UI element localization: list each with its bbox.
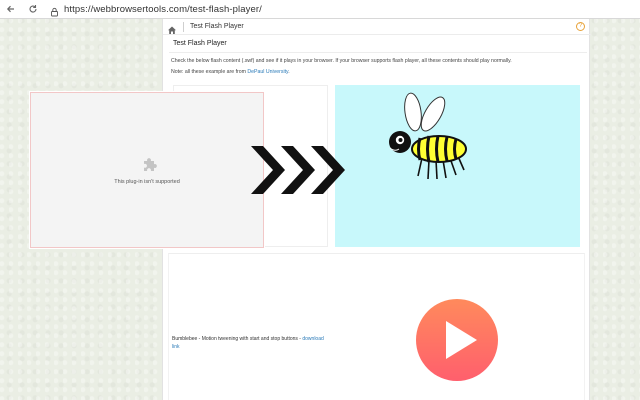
note-suffix: . bbox=[288, 69, 290, 75]
play-button-icon[interactable] bbox=[416, 299, 498, 381]
divider bbox=[169, 52, 587, 53]
page-title: Test Flash Player bbox=[173, 40, 227, 47]
breadcrumb-current: Test Flash Player bbox=[190, 23, 244, 30]
plugin-unsupported-message: This plug-in isn't supported bbox=[114, 179, 180, 185]
reload-icon[interactable] bbox=[24, 0, 42, 19]
home-icon[interactable] bbox=[167, 22, 177, 34]
example-caption: Bumblebee - Motion tweening with start a… bbox=[172, 335, 332, 351]
page-note: Note: all these example are from DePaul … bbox=[171, 69, 290, 75]
url-text[interactable]: https://webbrowsertools.com/test-flash-p… bbox=[64, 4, 262, 15]
unsupported-plugin-card: This plug-in isn't supported bbox=[30, 92, 264, 248]
puzzle-piece-icon bbox=[144, 158, 157, 171]
breadcrumb: Test Flash Player ? bbox=[163, 19, 591, 35]
browser-toolbar: https://webbrowsertools.com/test-flash-p… bbox=[0, 0, 640, 19]
caption-text: Bumblebee - Motion tweening with start a… bbox=[172, 336, 303, 342]
info-badge-icon[interactable]: ? bbox=[576, 22, 585, 31]
depaul-link[interactable]: DePaul University bbox=[247, 69, 288, 75]
breadcrumb-divider bbox=[183, 21, 184, 32]
address-bar[interactable]: https://webbrowsertools.com/test-flash-p… bbox=[50, 4, 262, 17]
lock-icon bbox=[50, 4, 59, 17]
bee-illustration bbox=[389, 92, 467, 180]
flash-example-panel bbox=[168, 253, 585, 400]
page-description: Check the below flash content (.swf) and… bbox=[171, 58, 512, 64]
back-arrow-icon[interactable] bbox=[2, 0, 20, 19]
note-prefix: Note: all these example are from bbox=[171, 69, 248, 75]
chevron-arrows-icon bbox=[251, 146, 345, 194]
